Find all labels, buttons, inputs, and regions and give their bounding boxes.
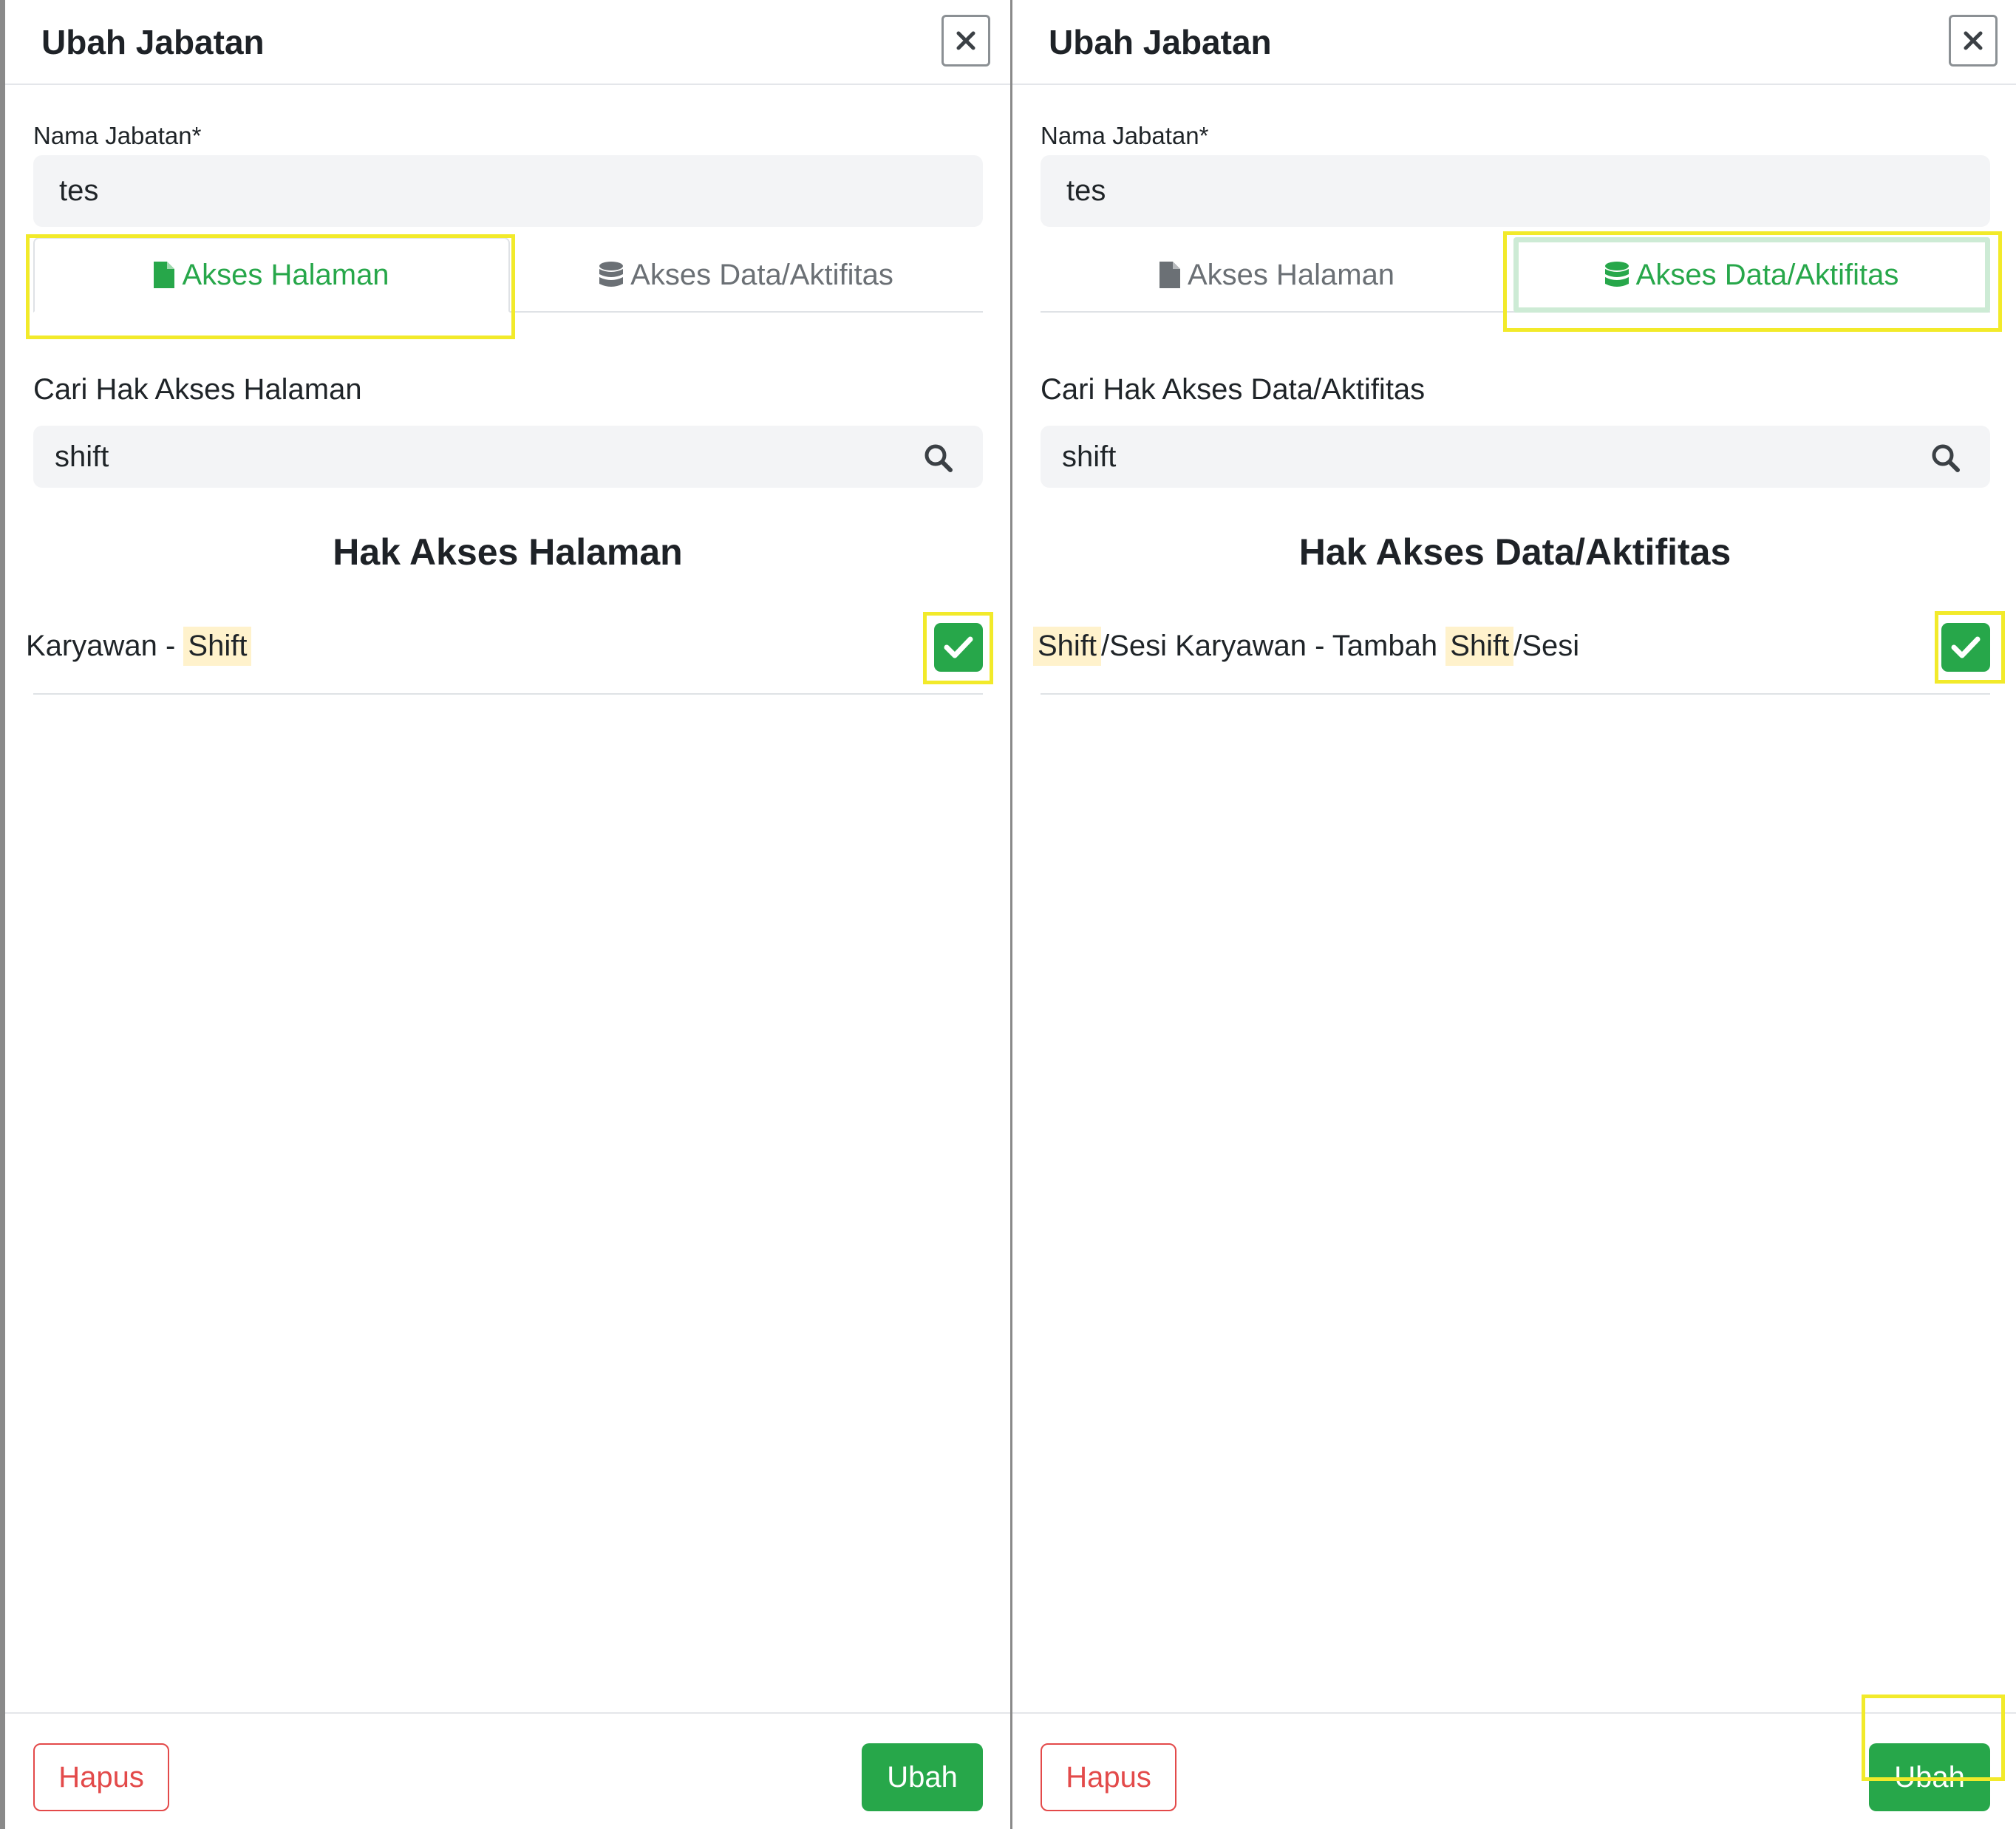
search-label: Cari Hak Akses Data/Aktifitas <box>1041 373 1426 406</box>
permission-middle: /Sesi Karyawan - Tambah <box>1101 630 1446 662</box>
edit-position-dialog-right: Ubah Jabatan Nama Jabatan* tes Akses Hal… <box>1012 0 2016 1829</box>
tab-data-activity-access[interactable]: Akses Data/Aktifitas <box>510 237 983 313</box>
database-icon <box>1604 262 1629 287</box>
dialog-footer: Hapus Ubah <box>5 1712 1010 1829</box>
save-button[interactable]: Ubah <box>1869 1743 1990 1811</box>
search-label: Cari Hak Akses Halaman <box>33 373 362 406</box>
search-input[interactable]: shift <box>1041 426 1990 488</box>
tab-page-access-label: Akses Halaman <box>182 258 389 291</box>
search-input[interactable]: shift <box>33 426 983 488</box>
position-name-label: Nama Jabatan* <box>1041 122 1209 149</box>
edit-position-dialog-left: Ubah Jabatan Nama Jabatan* tes Akses Hal… <box>5 0 1010 1829</box>
delete-button[interactable]: Hapus <box>33 1743 169 1811</box>
database-icon <box>599 262 624 287</box>
position-name-input[interactable]: tes <box>33 155 983 227</box>
permission-suffix: /Sesi <box>1513 630 1580 662</box>
position-name-input[interactable]: tes <box>1041 155 1990 227</box>
search-value: shift <box>55 440 109 473</box>
position-name-value: tes <box>1066 174 1106 207</box>
check-icon <box>944 636 973 658</box>
search-icon[interactable] <box>1931 443 1961 473</box>
position-name-value: tes <box>59 174 99 207</box>
tab-data-activity-label: Akses Data/Aktifitas <box>1635 258 1899 291</box>
save-button[interactable]: Ubah <box>862 1743 983 1811</box>
dialog-title: Ubah Jabatan <box>1049 23 1272 61</box>
search-match: Shift <box>1445 627 1514 666</box>
permission-name: Karyawan - Shift <box>26 627 252 666</box>
delete-button[interactable]: Hapus <box>1041 1743 1176 1811</box>
list-item: Karyawan - Shift <box>26 606 983 695</box>
file-icon <box>1159 262 1180 288</box>
check-icon <box>1951 636 1981 658</box>
access-tabs: Akses Halaman Akses Data/Aktifitas <box>1041 237 1990 313</box>
search-match: Shift <box>1033 627 1102 666</box>
close-button[interactable] <box>1949 15 1998 67</box>
search-value: shift <box>1062 440 1117 473</box>
close-icon <box>1964 31 1983 50</box>
close-button[interactable] <box>941 15 990 67</box>
dialog-title: Ubah Jabatan <box>41 23 265 61</box>
permission-checkbox[interactable] <box>934 623 983 672</box>
file-icon <box>154 262 175 288</box>
section-title: Hak Akses Halaman <box>333 531 683 573</box>
position-name-label: Nama Jabatan* <box>33 122 202 149</box>
tab-page-access[interactable]: Akses Halaman <box>1041 237 1513 313</box>
tab-data-activity-label: Akses Data/Aktifitas <box>630 258 893 291</box>
tab-page-access[interactable]: Akses Halaman <box>33 237 510 313</box>
dialog-header: Ubah Jabatan <box>1012 0 2016 85</box>
tab-data-activity-access[interactable]: Akses Data/Aktifitas <box>1513 237 1990 313</box>
permission-checkbox[interactable] <box>1941 623 1990 672</box>
close-icon <box>956 31 975 50</box>
dialog-footer: Hapus Ubah <box>1012 1712 2016 1829</box>
section-title: Hak Akses Data/Aktifitas <box>1298 531 1731 573</box>
permission-name: Shift /Sesi Karyawan - Tambah Shift /Ses… <box>1033 627 1579 666</box>
permission-prefix: Karyawan - <box>26 630 184 662</box>
list-item: Shift /Sesi Karyawan - Tambah Shift /Ses… <box>1033 606 1990 695</box>
search-icon[interactable] <box>924 443 953 473</box>
search-match: Shift <box>183 627 252 666</box>
access-tabs: Akses Halaman Akses Data/Aktifitas <box>33 237 983 313</box>
tab-page-access-label: Akses Halaman <box>1187 258 1395 291</box>
dialog-header: Ubah Jabatan <box>5 0 1010 85</box>
